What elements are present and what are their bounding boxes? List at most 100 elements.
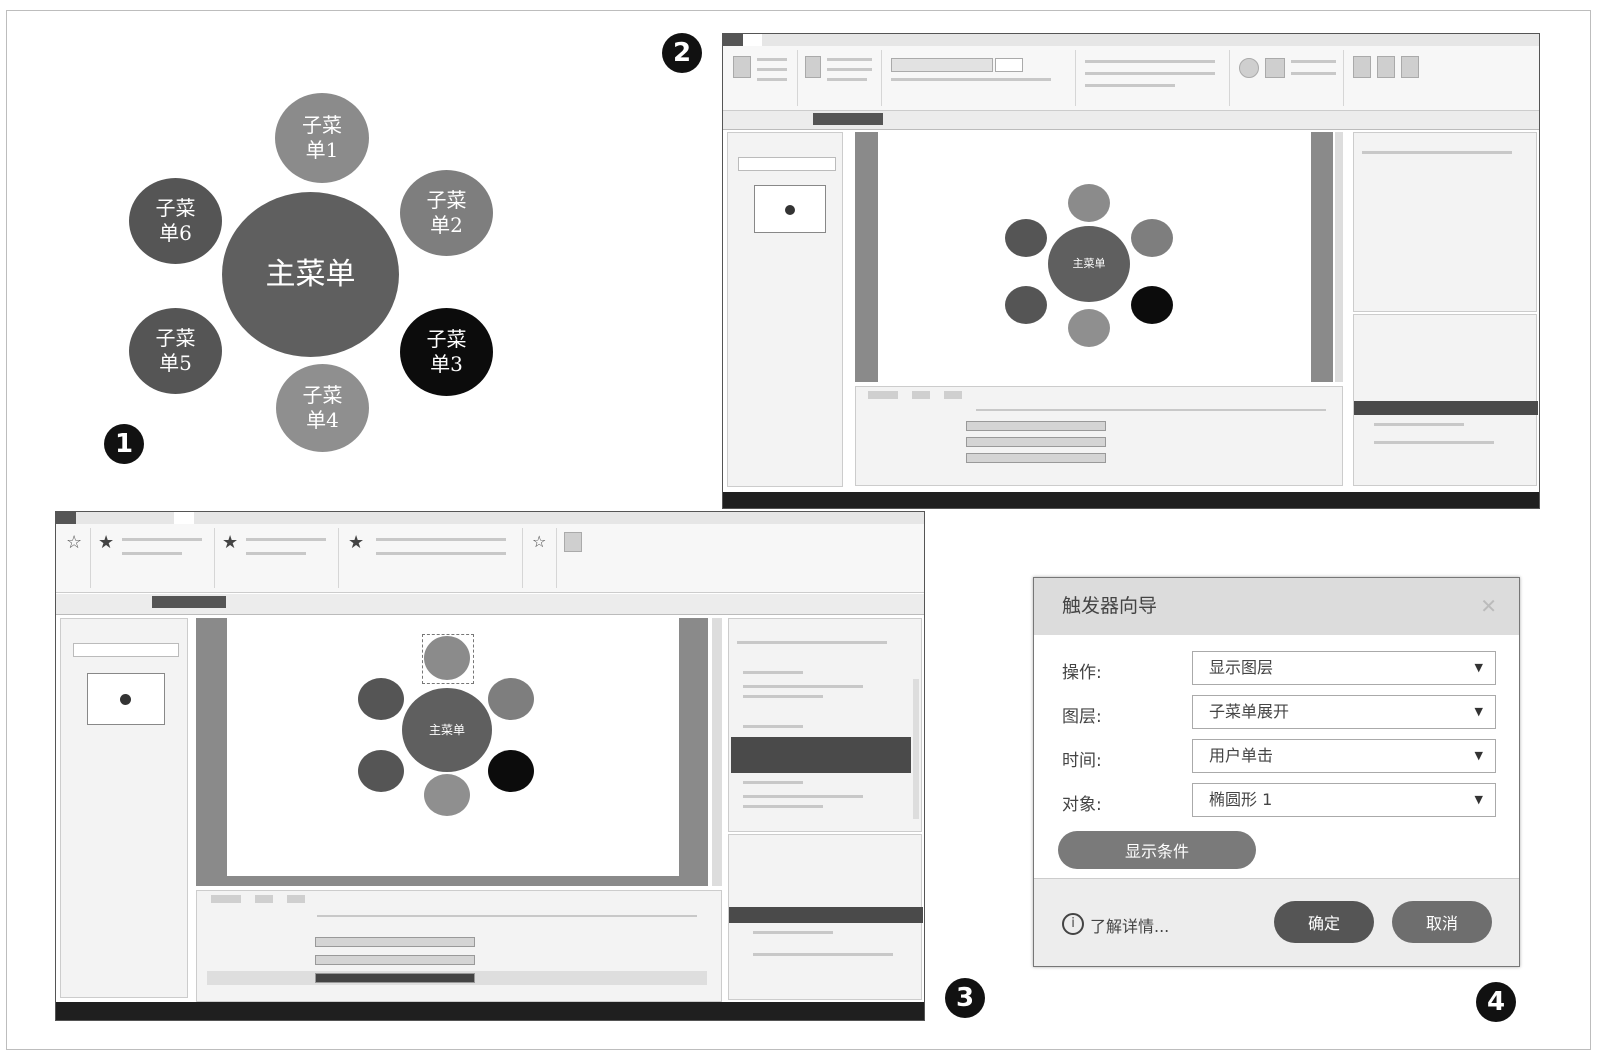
- layer-row-selected[interactable]: [729, 907, 923, 923]
- mini-submenu-2: [1131, 219, 1173, 257]
- mini-main-menu[interactable]: 主菜单: [402, 688, 492, 772]
- canvas-scrollbar[interactable]: [712, 618, 722, 886]
- mini-main-menu-label: 主菜单: [1072, 257, 1106, 271]
- menu-animations[interactable]: [174, 512, 195, 524]
- menu-home[interactable]: [742, 34, 763, 46]
- submenu-1-circle: 子菜单1: [275, 93, 369, 183]
- badge-2: 2: [662, 33, 702, 73]
- close-icon[interactable]: ✕: [1480, 594, 1497, 618]
- paste-icon[interactable]: [733, 56, 751, 78]
- menu-item-9[interactable]: [214, 512, 234, 524]
- menu-item-6[interactable]: [822, 34, 842, 46]
- layer-select[interactable]: 子菜单展开 ▼: [1192, 695, 1496, 729]
- ribbon-group-drawing: [1233, 50, 1344, 106]
- menu-file[interactable]: [56, 512, 76, 524]
- layer-row-selected[interactable]: [1354, 401, 1538, 415]
- when-select[interactable]: 用户单击 ▼: [1192, 739, 1496, 773]
- menu-insert[interactable]: [95, 512, 115, 524]
- action-select[interactable]: 显示图层 ▼: [1192, 651, 1496, 685]
- tab-states[interactable]: [912, 391, 930, 399]
- info-icon: i: [1062, 913, 1084, 935]
- ribbon-group-entrance: ★: [94, 528, 215, 588]
- trigger-row-selected[interactable]: [731, 737, 911, 773]
- menu-item-5[interactable]: [135, 512, 155, 524]
- arrange-icon[interactable]: [1265, 58, 1285, 78]
- menu-item-10[interactable]: [234, 512, 254, 524]
- menu-item-9[interactable]: [881, 34, 901, 46]
- scene-dropdown[interactable]: [73, 643, 179, 657]
- tab-timeline[interactable]: [868, 391, 898, 399]
- timeline-row-selected[interactable]: [207, 971, 707, 985]
- find-icon[interactable]: [1353, 56, 1371, 78]
- tab-story[interactable]: [66, 596, 122, 608]
- timeline-row[interactable]: [866, 435, 1326, 449]
- ok-button[interactable]: 确定: [1274, 901, 1374, 943]
- status-bar: [56, 1002, 924, 1020]
- mini-main-menu: 主菜单: [1048, 226, 1130, 302]
- mini-submenu-2[interactable]: [488, 678, 534, 720]
- tab-slide-active[interactable]: [152, 596, 226, 608]
- font-name-dropdown[interactable]: [891, 58, 993, 72]
- timeline-row[interactable]: [866, 451, 1326, 465]
- motion-path-icon[interactable]: ★: [348, 532, 364, 553]
- mini-submenu-3[interactable]: [488, 750, 534, 792]
- mini-submenu-5[interactable]: [358, 750, 404, 792]
- menu-item-5[interactable]: [802, 34, 822, 46]
- mini-submenu-1[interactable]: [424, 636, 470, 680]
- ribbon-group-preview: ☆: [60, 528, 91, 588]
- badge-3: 3: [945, 978, 985, 1018]
- submenu-4-label: 子菜单4: [302, 383, 343, 432]
- menu-item-4[interactable]: [782, 34, 802, 46]
- layers-panel: [728, 834, 923, 1000]
- mini-submenu-4[interactable]: [424, 774, 470, 816]
- menu-item-8[interactable]: [194, 512, 214, 524]
- menu-item-7[interactable]: [841, 34, 861, 46]
- menu-item-8[interactable]: [861, 34, 881, 46]
- menu-file[interactable]: [723, 34, 743, 46]
- action-value: 显示图层: [1209, 658, 1274, 677]
- entrance-star-icon[interactable]: ★: [98, 532, 114, 553]
- canvas-scrollbar[interactable]: [1335, 132, 1343, 382]
- object-select[interactable]: 椭圆形 1 ▼: [1192, 783, 1496, 817]
- tab-notes[interactable]: [287, 895, 305, 903]
- zoom-preview-icon[interactable]: [564, 532, 582, 552]
- mini-submenu-6[interactable]: [358, 678, 404, 720]
- slide-thumbnail[interactable]: [87, 673, 165, 725]
- action-label: 操作:: [1062, 663, 1102, 683]
- cancel-button[interactable]: 取消: [1392, 901, 1492, 943]
- mini-submenu-3: [1131, 286, 1173, 324]
- figure-2-editor-window: 主菜单: [722, 33, 1540, 509]
- slide-thumbnail[interactable]: [754, 185, 826, 233]
- preview-icon[interactable]: ☆: [66, 532, 82, 553]
- timeline-row[interactable]: [207, 935, 707, 949]
- timeline-row[interactable]: [207, 953, 707, 967]
- tab-slide-active[interactable]: [813, 113, 883, 125]
- main-menu-circle: 主菜单: [222, 192, 399, 357]
- exit-star-icon[interactable]: ★: [222, 532, 238, 553]
- chevron-down-icon: ▼: [1474, 705, 1483, 718]
- font-size-dropdown[interactable]: [995, 58, 1023, 72]
- scene-dropdown[interactable]: [738, 157, 836, 171]
- submenu-4-circle: 子菜单4: [276, 364, 369, 452]
- add-trigger-icon[interactable]: ☆: [532, 532, 546, 551]
- select-icon[interactable]: [1401, 56, 1419, 78]
- triggers-scrollbar[interactable]: [913, 679, 919, 819]
- chevron-down-icon: ▼: [1474, 749, 1483, 762]
- slides-panel: [60, 618, 188, 998]
- shapes-icon[interactable]: [1239, 58, 1259, 78]
- tab-notes[interactable]: [944, 391, 962, 399]
- timeline-row[interactable]: [866, 419, 1326, 433]
- ribbon-group-font: [885, 50, 1076, 106]
- menu-insert[interactable]: [762, 34, 782, 46]
- replace-icon[interactable]: [1377, 56, 1395, 78]
- menu-item-4[interactable]: [115, 512, 135, 524]
- show-conditions-button[interactable]: 显示条件: [1058, 831, 1256, 869]
- menu-item-6[interactable]: [155, 512, 175, 524]
- menu-home[interactable]: [76, 512, 96, 524]
- tab-states[interactable]: [255, 895, 273, 903]
- tab-timeline[interactable]: [211, 895, 241, 903]
- object-label: 对象:: [1062, 795, 1102, 815]
- learn-more-link[interactable]: 了解详情...: [1090, 913, 1169, 937]
- tab-story[interactable]: [733, 113, 789, 125]
- new-slide-icon[interactable]: [805, 56, 821, 78]
